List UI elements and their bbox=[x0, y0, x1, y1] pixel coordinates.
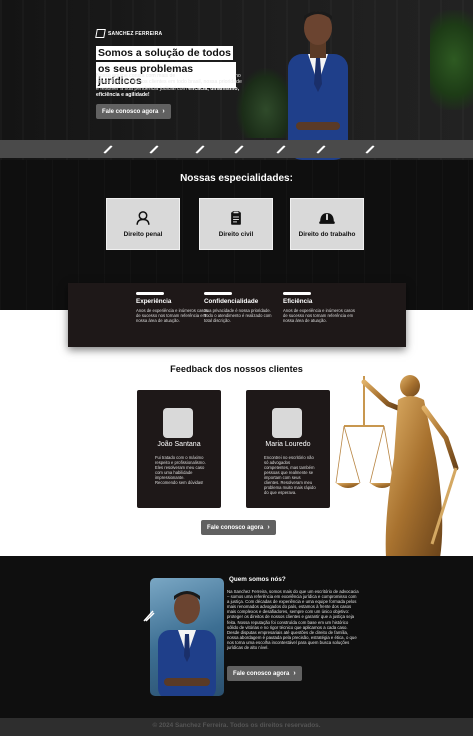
hardhat-icon bbox=[319, 213, 335, 224]
specialty-card-penal[interactable]: Direito penal bbox=[106, 198, 180, 250]
testimonial-card: João Santana Fui tratado com o máximo re… bbox=[137, 390, 221, 508]
contact-button-label: Fale conosco agora bbox=[102, 108, 159, 115]
hero-section: SANCHEZ FERREIRA Somos a solução de todo… bbox=[0, 0, 473, 160]
footer: © 2024 Sanchez Ferreira. Todos os direit… bbox=[0, 718, 473, 736]
avatar bbox=[272, 408, 302, 438]
lawyer-figure bbox=[158, 591, 216, 696]
feature-strip bbox=[0, 140, 473, 158]
value-item: Experiência Anos de experiência e inúmer… bbox=[136, 292, 210, 323]
footer-text: © 2024 Sanchez Ferreira. Todos os direit… bbox=[152, 722, 321, 729]
logo-icon bbox=[95, 29, 106, 38]
checkmark-icon bbox=[143, 610, 155, 622]
justice-statue-image bbox=[335, 375, 459, 571]
section-title: Nossas especialidades: bbox=[180, 173, 293, 184]
value-item: Eficiência Anos de experiência e inúmero… bbox=[283, 292, 357, 323]
clipboard-icon bbox=[231, 211, 241, 225]
specialty-card-civil[interactable]: Direito civil bbox=[199, 198, 273, 250]
checkmark-icon bbox=[316, 145, 326, 154]
testimonial-name: João Santana bbox=[157, 441, 201, 448]
plant-decoration bbox=[430, 10, 473, 110]
hero-title-line1: Somos a solução de todos bbox=[96, 46, 234, 60]
checkmark-icon bbox=[365, 145, 375, 154]
checkmark-icon bbox=[234, 145, 244, 154]
value-bar bbox=[283, 292, 311, 295]
testimonial-card: Maria Louredo Encontrei no escritório nã… bbox=[246, 390, 330, 508]
specialty-card-trabalho[interactable]: Direito do trabalho bbox=[290, 198, 364, 250]
chevron-right-icon: › bbox=[267, 524, 270, 531]
specialty-label: Direito do trabalho bbox=[298, 231, 356, 238]
brand-logo[interactable]: SANCHEZ FERREIRA bbox=[95, 29, 163, 38]
hero-desc-highlight: 30 anos de experiência bbox=[176, 73, 234, 79]
hero-desc-part: Nossa equipe consta com mais de bbox=[96, 73, 177, 79]
user-icon bbox=[136, 211, 150, 225]
value-desc: Sua privacidade é nossa prioridade. Todo… bbox=[204, 308, 272, 323]
contact-button[interactable]: Fale conosco agora › bbox=[96, 104, 171, 119]
value-desc: Anos de experiência e inúmeros casos de … bbox=[136, 308, 208, 323]
logo-text: SANCHEZ FERREIRA bbox=[108, 30, 163, 37]
value-title: Confidencialidade bbox=[204, 298, 259, 305]
lawyer-photo bbox=[288, 11, 348, 160]
value-title: Experiência bbox=[136, 298, 172, 305]
value-title: Eficiência bbox=[283, 298, 313, 305]
specialty-label: Direito penal bbox=[123, 231, 163, 238]
contact-button[interactable]: Fale conosco agora › bbox=[227, 666, 302, 681]
avatar bbox=[163, 408, 193, 438]
chevron-right-icon: › bbox=[162, 108, 165, 115]
specialty-label: Direito civil bbox=[218, 231, 254, 238]
value-bar bbox=[204, 292, 232, 295]
checkmark-icon bbox=[195, 145, 205, 154]
contact-button[interactable]: Fale conosco agora › bbox=[201, 520, 276, 535]
about-text: Na Sanchez Ferreira, somos mais do que u… bbox=[227, 589, 359, 651]
chevron-right-icon: › bbox=[293, 670, 296, 677]
value-desc: Anos de experiência e inúmeros casos de … bbox=[283, 308, 355, 323]
checkmark-icon bbox=[149, 145, 159, 154]
contact-button-label: Fale conosco agora bbox=[207, 524, 264, 531]
lawyer-photo bbox=[150, 578, 224, 696]
contact-button-label: Fale conosco agora bbox=[233, 670, 290, 677]
values-panel: Experiência Anos de experiência e inúmer… bbox=[68, 283, 406, 347]
about-title: Quem somos nós? bbox=[229, 576, 286, 583]
value-bar bbox=[136, 292, 164, 295]
testimonial-text: Fui tratado com o máximo respeito e prof… bbox=[155, 455, 206, 485]
checkmark-icon bbox=[103, 145, 113, 154]
hero-description: Nossa equipe consta com mais de 30 anos … bbox=[96, 73, 246, 98]
checkmark-icon bbox=[276, 145, 286, 154]
value-item: Confidencialidade Sua privacidade é noss… bbox=[204, 292, 278, 323]
testimonial-name: Maria Louredo bbox=[265, 441, 311, 448]
testimonial-text: Encontrei no escritório não só advogados… bbox=[264, 455, 316, 495]
